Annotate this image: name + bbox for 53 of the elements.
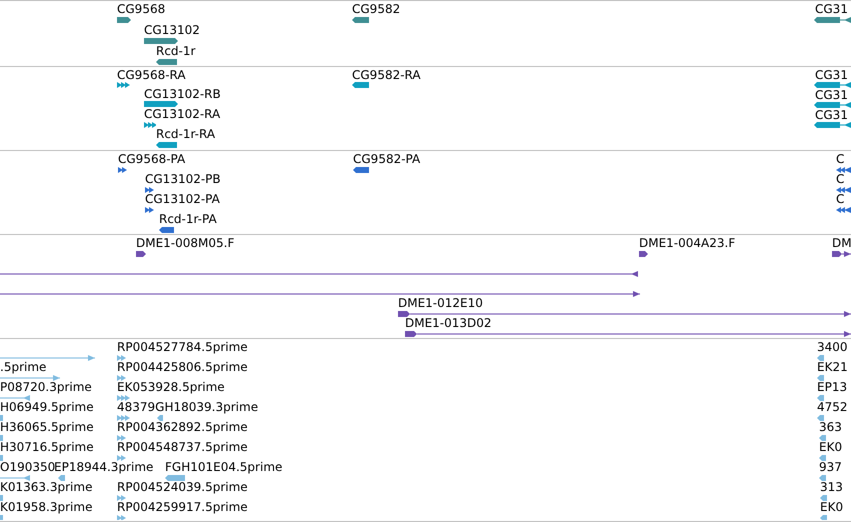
feature-label: CG13102-PB	[145, 172, 221, 186]
feature-label: 363	[819, 420, 842, 434]
feature-label: P08720.3prime	[0, 380, 92, 394]
feature-label: EK21	[817, 360, 848, 374]
feature-label: CG9582-PA	[353, 152, 420, 166]
feature-label: DME1-012E10	[398, 296, 483, 310]
feature-label: CG9568-RA	[117, 68, 186, 82]
feature-label: DME1-013D02	[405, 316, 492, 330]
feature-label: Rcd-1r-PA	[159, 212, 217, 226]
feature-label: EP18944.3prime	[54, 460, 154, 474]
feature-label: C	[836, 152, 844, 166]
feature-label: .5prime	[0, 360, 46, 374]
feature-label: RP004527784.5prime	[117, 340, 248, 354]
feature-label: DME1-004A23.F	[639, 236, 736, 250]
feature-label: 937	[819, 460, 842, 474]
feature-label: RP004362892.5prime	[117, 420, 248, 434]
feature-label: CG31	[815, 2, 848, 16]
feature-label: CG31	[815, 68, 848, 82]
feature-label: C	[836, 192, 844, 206]
feature-label: 4752	[817, 400, 848, 414]
feature-label: C	[836, 172, 844, 186]
feature-label: RP004548737.5prime	[117, 440, 248, 454]
feature-label: DME1-008M05.F	[136, 236, 234, 250]
feature-label: K01958.3prime	[0, 500, 92, 514]
feature-label: EK0	[819, 440, 842, 454]
feature-label: CG13102	[144, 23, 200, 37]
feature-label: EK053928.5prime	[117, 380, 225, 394]
feature-label: CG13102-RB	[144, 87, 221, 101]
feature-label: H30716.5prime	[0, 440, 94, 454]
feature-label: K01363.3prime	[0, 480, 92, 494]
feature-label: FGH101E04.5prime	[165, 460, 282, 474]
feature-label: RP004425806.5prime	[117, 360, 248, 374]
feature-label: Rcd-1r	[156, 44, 196, 58]
feature-label: CG9568-PA	[118, 152, 186, 166]
feature-label: CG9568	[117, 2, 166, 16]
feature-label: H36065.5prime	[0, 420, 94, 434]
feature-label: RP004259917.5prime	[117, 500, 248, 514]
feature-label: CG9582-RA	[352, 68, 421, 82]
feature-label: CG31	[815, 108, 848, 122]
feature-label: O190350	[0, 460, 56, 474]
feature-label: Rcd-1r-RA	[156, 127, 216, 141]
feature-label: 48379GH18039.3prime	[117, 400, 258, 414]
feature-label: H06949.5prime	[0, 400, 94, 414]
feature-label: 313	[820, 480, 843, 494]
feature-label: CG13102-RA	[144, 107, 220, 121]
feature-label: DM	[832, 236, 851, 250]
feature-label: 3400	[817, 340, 848, 354]
feature-label: CG31	[815, 88, 848, 102]
feature-label: EP13	[817, 380, 848, 394]
feature-label: CG9582	[352, 2, 400, 16]
feature-label: CG13102-PA	[145, 192, 220, 206]
feature-label: EK0	[820, 500, 844, 514]
feature-label: RP004524039.5prime	[117, 480, 248, 494]
